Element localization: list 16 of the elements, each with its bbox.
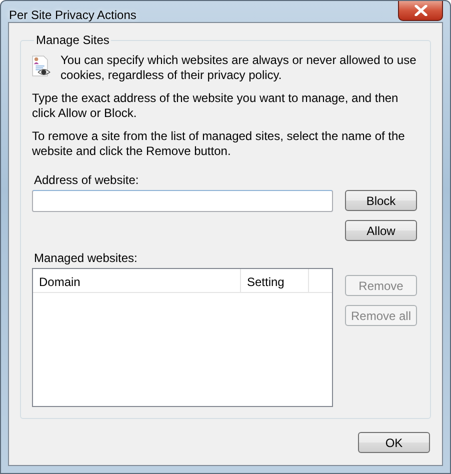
close-button[interactable]	[398, 1, 443, 21]
instruction-text: To remove a site from the list of managed sites, select the name of the website and click the Remove button.	[32, 129, 406, 159]
close-icon	[414, 5, 428, 16]
allow-button[interactable]: Allow	[345, 220, 417, 241]
intro-text: You can specify which websites are always or never allowed to use cookies, regardless of their privacy policy.	[60, 53, 418, 83]
window-title: Per Site Privacy Actions	[9, 8, 136, 22]
column-header[interactable]: Setting	[241, 269, 309, 292]
address-label: Address of website:	[34, 173, 140, 187]
address-field[interactable]	[32, 190, 333, 212]
managed-label: Managed websites:	[34, 251, 138, 265]
group-title: Manage Sites	[35, 33, 110, 47]
ok-button[interactable]: OK	[358, 432, 430, 453]
instruction-text: Type the exact address of the website you want to manage, and then click Allow or Block.	[32, 91, 400, 121]
block-button[interactable]: Block	[345, 190, 417, 211]
column-header[interactable]: Domain	[33, 269, 241, 292]
websites-list[interactable]: Domain Setting	[32, 268, 333, 407]
